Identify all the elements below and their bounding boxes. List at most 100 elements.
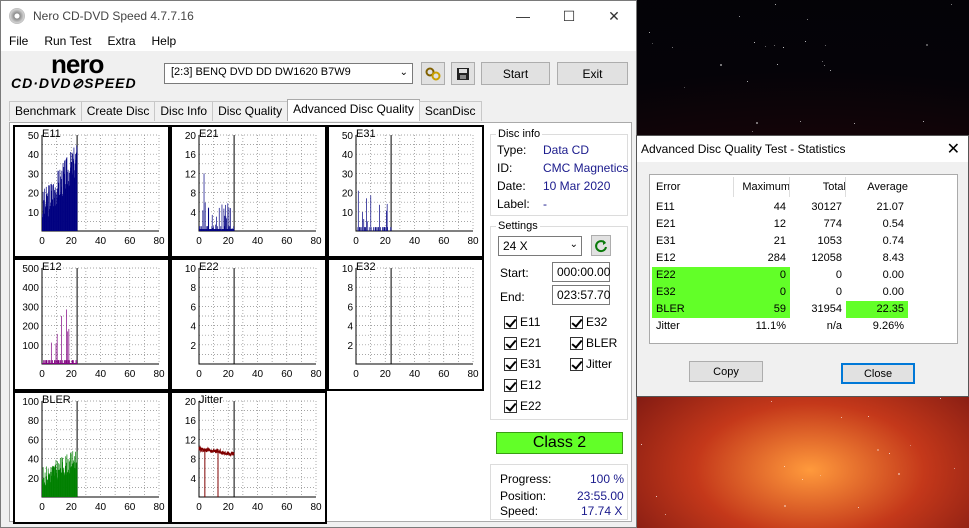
title-bar[interactable]: Nero CD-DVD Speed 4.7.7.16 — ☐ ✕	[1, 1, 636, 31]
star	[841, 417, 843, 419]
chart-title: BLER	[42, 394, 71, 406]
checkbox-e12[interactable]: E12	[504, 378, 541, 392]
data-bar	[66, 309, 67, 364]
star	[819, 475, 821, 477]
chart-title: E21	[199, 128, 219, 140]
close-button[interactable]: Close	[841, 363, 915, 384]
menu-run-test[interactable]: Run Test	[36, 34, 99, 48]
checkbox-bler[interactable]: BLER	[570, 336, 617, 350]
y-tick-label: 8	[190, 283, 196, 294]
checkbox-jitter[interactable]: Jitter	[570, 357, 612, 371]
stats-cell-avg: 0.00	[882, 286, 904, 298]
x-tick-label: 80	[153, 236, 165, 247]
x-tick-label: 0	[196, 369, 202, 380]
tab-scandisc[interactable]: ScanDisc	[418, 101, 482, 121]
close-button[interactable]: ✕	[591, 1, 637, 31]
data-bar	[56, 333, 58, 364]
star	[777, 63, 778, 65]
menu-file[interactable]: File	[1, 34, 36, 48]
chart-bler: 100 80 60 40 20 0 20 40 60 80 BLER	[13, 391, 170, 524]
menu-help[interactable]: Help	[144, 34, 185, 48]
id-value: CMC Magnetics	[543, 161, 629, 175]
stats-cell-max: 44	[773, 201, 786, 213]
y-tick-label: 16	[185, 150, 197, 161]
drive-select[interactable]: [2:3] BENQ DVD DD DW1620 B7W9 ⌄	[164, 63, 413, 84]
x-tick-label: 40	[252, 236, 264, 247]
chart-e12: 500 400 300 200 100 0 20 40 60 80 E12	[13, 258, 170, 391]
data-bar	[364, 227, 366, 231]
disc-label-label: Label:	[497, 197, 530, 211]
data-bar	[203, 173, 205, 231]
star	[926, 43, 929, 46]
speed-select[interactable]: 24 X ⌄	[498, 236, 582, 256]
jitter-line	[198, 445, 235, 458]
start-input[interactable]: 000:00.00	[552, 262, 610, 282]
header-error: Error	[656, 181, 681, 193]
speed-label: Speed:	[500, 504, 539, 518]
data-bar	[50, 342, 52, 364]
data-bar	[382, 227, 384, 231]
checkbox-e31[interactable]: E31	[504, 357, 541, 371]
tab-advanced-disc-quality[interactable]: Advanced Disc Quality	[287, 99, 420, 121]
data-bar	[202, 210, 204, 231]
minimize-button[interactable]: —	[500, 1, 546, 31]
x-tick-label: 40	[95, 236, 107, 247]
tab-benchmark[interactable]: Benchmark	[9, 101, 82, 121]
chevron-down-icon: ⌄	[399, 67, 408, 78]
chart-svg: 50 40 30 20 10 0 20 40 60 80	[28, 131, 165, 247]
id-label: ID:	[497, 161, 513, 175]
statistics-title-bar[interactable]: Advanced Disc Quality Test - Statistics …	[637, 136, 968, 162]
exit-button[interactable]: Exit	[557, 62, 628, 85]
refresh-icon	[595, 239, 607, 252]
progress-label: Progress:	[500, 472, 552, 486]
end-input[interactable]: 023:57.70	[552, 285, 610, 305]
data-bar	[357, 190, 359, 231]
refresh-button[interactable]	[591, 235, 611, 256]
y-tick-label: 20	[28, 189, 40, 200]
disc-info-label: Disc info	[496, 128, 543, 140]
tab-disc-quality[interactable]: Disc Quality	[212, 101, 289, 121]
star	[664, 513, 666, 515]
tab-create-disc[interactable]: Create Disc	[80, 101, 156, 121]
stats-cell-max: 59	[734, 301, 790, 318]
star	[753, 42, 755, 44]
close-icon[interactable]: ✕	[947, 139, 960, 159]
x-tick-label: 20	[380, 369, 392, 380]
data-bar	[366, 221, 368, 231]
star	[770, 400, 772, 402]
stats-cell-avg: 9.26%	[872, 320, 904, 332]
drive-info-button[interactable]	[421, 62, 445, 85]
checkbox-e22[interactable]: E22	[504, 399, 541, 413]
star	[672, 46, 674, 48]
save-button[interactable]	[451, 62, 475, 85]
data-bar	[68, 328, 70, 364]
position-label: Position:	[500, 489, 547, 503]
y-tick-label: 20	[28, 474, 40, 485]
column-separator	[789, 177, 790, 197]
x-tick-label: 40	[95, 369, 107, 380]
y-tick-label: 8	[190, 189, 196, 200]
menu-extra[interactable]: Extra	[99, 34, 143, 48]
chart-svg: 100 80 60 40 20 0 20 40 60 80	[22, 397, 165, 513]
maximize-button[interactable]: ☐	[546, 1, 592, 31]
stats-cell-max: 284	[767, 252, 786, 264]
star	[954, 467, 956, 469]
y-tick-label: 400	[22, 283, 39, 294]
y-tick-label: 4	[347, 322, 353, 333]
checkbox-e32[interactable]: E32	[570, 315, 607, 329]
start-button[interactable]: Start	[481, 62, 550, 85]
data-bar	[370, 227, 372, 231]
checkbox-e11[interactable]: E11	[504, 315, 540, 329]
tab-disc-info[interactable]: Disc Info	[154, 101, 214, 121]
x-tick-label: 40	[409, 369, 421, 380]
star	[824, 44, 826, 46]
copy-button[interactable]: Copy	[689, 361, 763, 382]
x-tick-label: 20	[223, 502, 235, 513]
y-tick-label: 10	[185, 264, 197, 275]
stats-cell-total: 774	[823, 218, 842, 230]
stats-cell-avg: 22.35	[846, 301, 908, 318]
chart-title: E32	[356, 261, 376, 273]
checkbox-e21[interactable]: E21	[504, 336, 541, 350]
chart-title: E22	[199, 261, 219, 273]
y-tick-label: 10	[342, 208, 354, 219]
